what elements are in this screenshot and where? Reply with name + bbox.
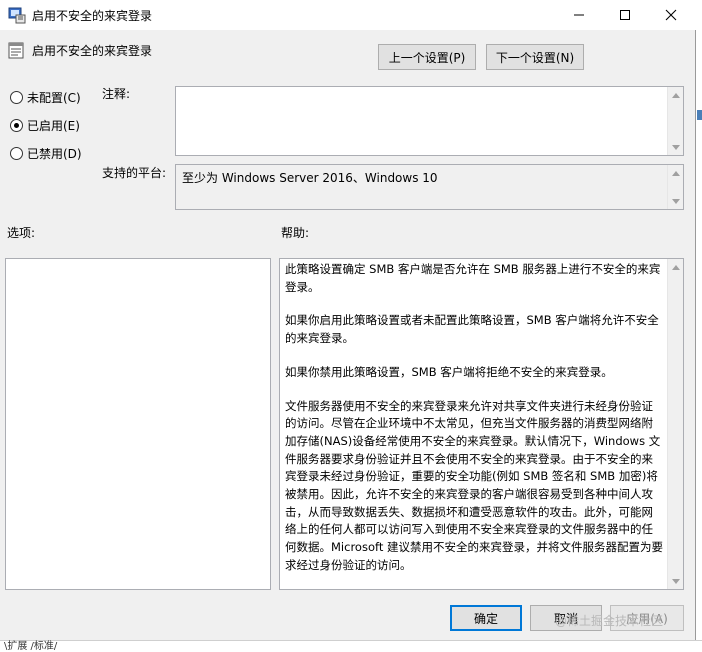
radio-not-configured[interactable]: 未配置(C) xyxy=(10,88,81,106)
platform-label: 支持的平台: xyxy=(102,166,167,180)
background-window-strip xyxy=(0,640,702,649)
policy-header-icon xyxy=(8,42,26,60)
help-panel: 此策略设置确定 SMB 客户端是否允许在 SMB 服务器上进行不安全的来宾登录。… xyxy=(279,258,684,590)
close-icon xyxy=(665,9,677,21)
radio-label: 未配置(C) xyxy=(27,90,81,105)
help-label: 帮助: xyxy=(281,226,310,240)
policy-dialog: 启用不安全的来宾登录 启用不安全的来宾登录 上一个设置(P) 下一个设置(N) … xyxy=(0,0,696,640)
help-text: 此策略设置确定 SMB 客户端是否允许在 SMB 服务器上进行不安全的来宾登录。… xyxy=(285,261,663,591)
comment-scrollbar[interactable] xyxy=(667,87,683,155)
edge-marker xyxy=(697,110,702,120)
platform-value: 至少为 Windows Server 2016、Windows 10 xyxy=(182,171,438,185)
help-scrollbar[interactable] xyxy=(667,259,683,589)
maximize-button[interactable] xyxy=(602,0,648,30)
scroll-down-arrow[interactable] xyxy=(668,573,684,589)
policy-header-title: 启用不安全的来宾登录 xyxy=(32,44,153,58)
policy-setting-icon xyxy=(8,6,26,24)
scroll-up-arrow[interactable] xyxy=(668,165,684,181)
background-window-edge xyxy=(697,0,702,640)
minimize-button[interactable] xyxy=(556,0,602,30)
next-setting-button[interactable]: 下一个设置(N) xyxy=(486,44,584,70)
help-paragraph: 此策略设置确定 SMB 客户端是否允许在 SMB 服务器上进行不安全的来宾登录。 xyxy=(285,262,661,294)
radio-circle xyxy=(10,146,23,160)
scroll-up-arrow[interactable] xyxy=(668,259,684,275)
radio-label: 已禁用(D) xyxy=(27,146,82,161)
ok-button[interactable]: 确定 xyxy=(450,605,522,631)
comment-textarea[interactable] xyxy=(175,86,684,156)
watermark: @稀土掘金技术社区 xyxy=(555,614,664,628)
radio-enabled[interactable]: 已启用(E) xyxy=(10,116,80,134)
help-paragraph: 文件服务器使用不安全的来宾登录来允许对共享文件夹进行未经身份验证的访问。尽管在企… xyxy=(285,398,663,572)
radio-circle-selected xyxy=(10,118,23,132)
background-tabs: \扩展 /标准/ xyxy=(4,641,58,652)
scroll-down-arrow[interactable] xyxy=(668,139,684,155)
radio-circle xyxy=(10,90,23,104)
help-paragraph: 如果你启用此策略设置或者未配置此策略设置，SMB 客户端将允许不安全的来宾登录。 xyxy=(285,313,659,346)
scroll-down-arrow[interactable] xyxy=(668,193,684,209)
radio-label: 已启用(E) xyxy=(27,118,80,133)
window-title: 启用不安全的来宾登录 xyxy=(32,9,153,23)
options-panel xyxy=(5,258,271,590)
minimize-icon xyxy=(574,14,584,16)
help-paragraph: 如果你禁用此策略设置，SMB 客户端将拒绝不安全的来宾登录。 xyxy=(285,364,613,379)
previous-setting-button[interactable]: 上一个设置(P) xyxy=(378,44,476,70)
comment-label: 注释: xyxy=(102,87,131,101)
close-button[interactable] xyxy=(648,0,694,30)
radio-disabled[interactable]: 已禁用(D) xyxy=(10,144,82,162)
options-label: 选项: xyxy=(7,226,36,240)
maximize-icon xyxy=(620,10,630,20)
platform-field: 至少为 Windows Server 2016、Windows 10 xyxy=(175,164,684,210)
scroll-up-arrow[interactable] xyxy=(668,87,684,103)
platform-scrollbar[interactable] xyxy=(667,165,683,209)
title-bar: 启用不安全的来宾登录 xyxy=(0,0,696,30)
